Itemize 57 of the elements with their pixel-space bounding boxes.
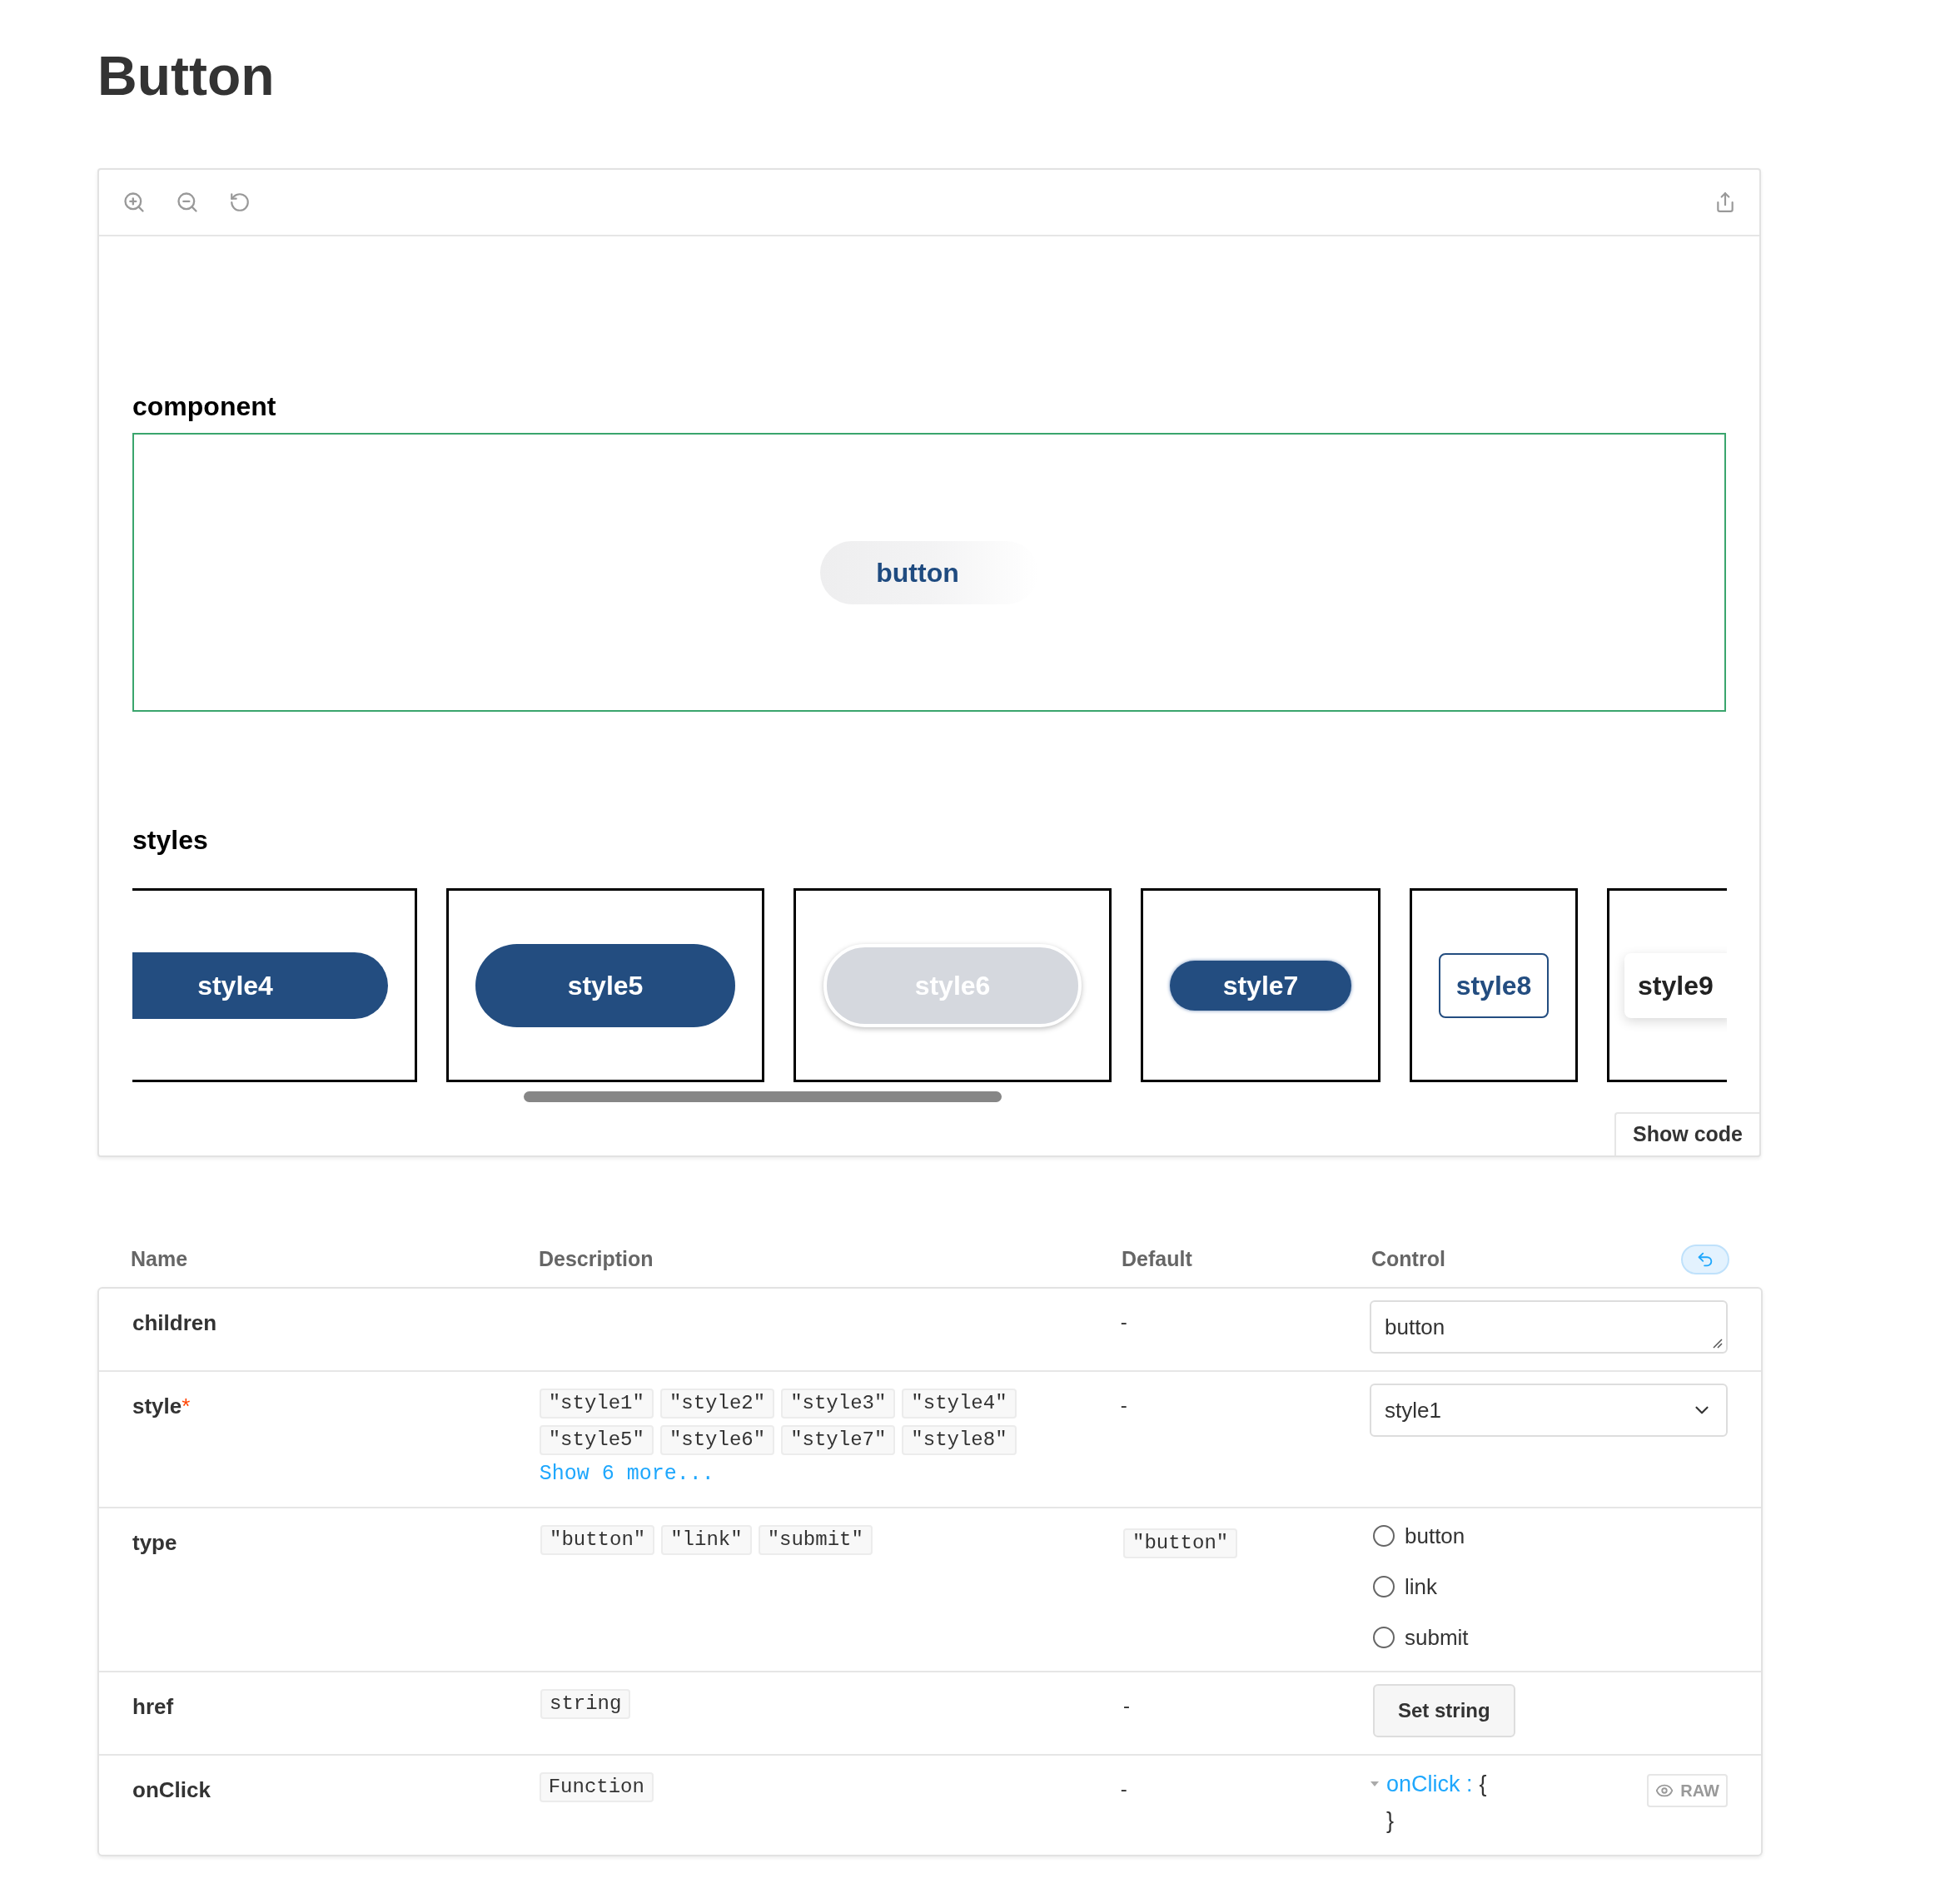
undo-icon: [1696, 1250, 1714, 1269]
style-button[interactable]: style4: [132, 951, 388, 1019]
type-tag: "style7": [781, 1425, 896, 1455]
type-tag: "style6": [659, 1425, 775, 1455]
default-value: -: [1120, 1776, 1127, 1800]
column-header: Name: [131, 1246, 189, 1273]
type-tag: "button": [540, 1524, 655, 1555]
reset-controls-button[interactable]: [1681, 1245, 1729, 1274]
type-tag: "style8": [902, 1425, 1017, 1455]
default-value: -: [1123, 1693, 1130, 1717]
column-header: Control: [1371, 1246, 1446, 1273]
radio-button[interactable]: [1373, 1576, 1395, 1597]
show-code-button[interactable]: Show code: [1614, 1112, 1759, 1155]
type-tag: "style2": [659, 1389, 775, 1419]
type-tag: "style3": [781, 1389, 896, 1419]
style-button[interactable]: style8: [1439, 952, 1549, 1018]
radio-button[interactable]: [1373, 1525, 1395, 1547]
default-value: -: [1120, 1310, 1127, 1333]
prop-name: style: [132, 1393, 182, 1420]
brace: }: [1385, 1807, 1395, 1835]
prop-name: children: [132, 1309, 217, 1337]
required-asterisk: *: [182, 1393, 191, 1420]
text-field[interactable]: button: [1370, 1300, 1728, 1354]
radio-label: button: [1405, 1522, 1465, 1550]
style-button[interactable]: style5: [475, 943, 735, 1027]
page-title: Button: [97, 48, 276, 103]
reset-icon[interactable]: [229, 191, 251, 213]
object-key: onClick :: [1386, 1766, 1473, 1801]
type-tag: string: [540, 1688, 631, 1719]
type-tag: "style1": [539, 1389, 654, 1419]
type-tag: Function: [539, 1771, 654, 1802]
section-heading: styles: [132, 824, 209, 857]
style-button[interactable]: style7: [1170, 960, 1351, 1011]
type-tag: "submit": [758, 1524, 873, 1555]
prop-name: href: [132, 1692, 174, 1721]
select-field[interactable]: style1: [1370, 1384, 1728, 1437]
column-header: Default: [1122, 1246, 1193, 1273]
caret-icon[interactable]: [1370, 1780, 1380, 1787]
share-icon[interactable]: [1714, 191, 1736, 213]
style-button[interactable]: style9: [1624, 952, 1727, 1018]
zoom-out-icon[interactable]: [176, 191, 199, 214]
type-tag: "link": [661, 1524, 752, 1555]
radio-button[interactable]: [1373, 1627, 1395, 1648]
zoom-in-icon[interactable]: [122, 191, 146, 214]
set-string-button[interactable]: Set string: [1373, 1683, 1515, 1737]
column-header: Description: [539, 1246, 654, 1273]
prop-name: type: [132, 1528, 177, 1557]
prop-name: onClick: [132, 1776, 211, 1804]
section-heading: component: [132, 390, 277, 423]
scrollbar-thumb[interactable]: [524, 1091, 1002, 1102]
brace: {: [1479, 1770, 1487, 1798]
default-tag: "button": [1123, 1528, 1238, 1558]
type-tag: "style4": [902, 1389, 1017, 1419]
radio-label: link: [1405, 1573, 1437, 1601]
default-value: -: [1120, 1394, 1127, 1416]
radio-label: submit: [1405, 1623, 1469, 1652]
type-tag: "style5": [539, 1425, 654, 1455]
